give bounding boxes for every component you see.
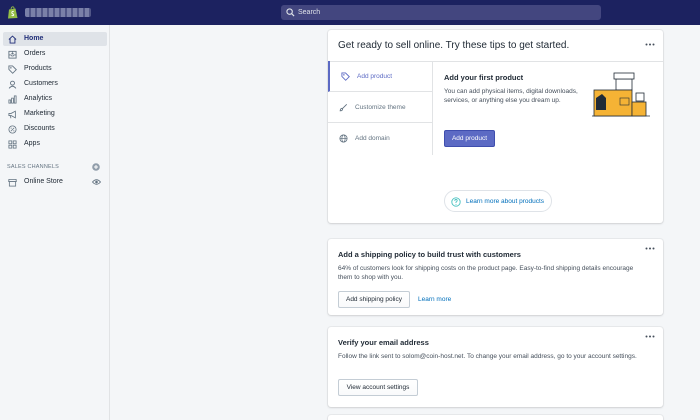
bar-chart-icon [8, 94, 17, 104]
tip-heading: Add your first product [444, 73, 524, 82]
sidebar-item-apps[interactable]: Apps [3, 137, 107, 151]
discount-icon [8, 124, 17, 134]
more-options-icon[interactable] [645, 43, 655, 46]
sidebar-item-marketing[interactable]: Marketing [3, 107, 107, 121]
search-input[interactable]: Search [298, 9, 320, 16]
tag-icon [8, 64, 17, 74]
sales-channels-heading: SALES CHANNELS [7, 164, 60, 170]
add-product-button[interactable]: Add product [444, 130, 495, 147]
sidebar-item-label: Products [24, 65, 52, 72]
eye-icon[interactable] [92, 178, 101, 186]
shopify-logo-icon[interactable] [7, 6, 18, 19]
learn-more-products-link[interactable]: Learn more about products [444, 190, 552, 212]
add-channel-plus-icon[interactable] [92, 163, 100, 171]
tab-label: Add product [357, 73, 393, 80]
tips-tabs: Add product Customize theme Add domain [328, 61, 433, 155]
store-icon [8, 178, 17, 187]
tag-icon [341, 72, 350, 81]
card-description: 64% of customers look for shipping costs… [338, 265, 634, 281]
globe-icon [339, 134, 348, 143]
tab-customize-theme[interactable]: Customize theme [328, 92, 433, 123]
person-icon [8, 80, 17, 89]
tab-add-product[interactable]: Add product [328, 61, 433, 92]
sidebar-item-label: Online Store [24, 178, 63, 185]
help-circle-icon [451, 196, 461, 207]
learn-more-label: Learn more about products [466, 198, 545, 205]
sidebar-item-products[interactable]: Products [3, 62, 107, 76]
card-heading: Verify your email address [338, 338, 429, 347]
card-title: Get ready to sell online. Try these tips… [338, 40, 570, 51]
getting-started-card: Get ready to sell online. Try these tips… [328, 30, 663, 223]
tip-content: Add your first product You can add physi… [444, 73, 584, 105]
top-bar: Search [0, 0, 700, 25]
sidebar-item-label: Analytics [24, 95, 53, 102]
search-bar[interactable]: Search [281, 5, 601, 20]
sidebar-item-analytics[interactable]: Analytics [3, 92, 107, 106]
megaphone-icon [8, 109, 16, 119]
learn-more-link[interactable]: Learn more [418, 296, 451, 303]
sidebar-item-orders[interactable]: Orders [3, 47, 107, 61]
sidebar-item-label: Orders [24, 50, 46, 57]
brush-icon [339, 103, 348, 112]
card-heading: Add a shipping policy to build trust wit… [338, 250, 521, 259]
sidebar-item-label: Discounts [24, 125, 55, 132]
apps-icon [8, 139, 17, 149]
more-options-icon[interactable] [645, 335, 655, 338]
sidebar-item-label: Marketing [24, 110, 55, 117]
sidebar-item-label: Home [24, 35, 44, 42]
store-name-blurred[interactable] [25, 8, 91, 17]
tab-label: Customize theme [355, 104, 406, 111]
orders-icon [8, 50, 17, 59]
view-account-settings-button[interactable]: View account settings [338, 379, 418, 396]
tip-description: You can add physical items, digital down… [444, 88, 578, 104]
sidebar-item-customers[interactable]: Customers [3, 77, 107, 91]
sidebar-item-label: Customers [24, 80, 58, 87]
add-shipping-policy-button[interactable]: Add shipping policy [338, 291, 410, 308]
card-description: Follow the link sent to solom@coin-host.… [338, 353, 637, 360]
verify-email-card: Verify your email address Follow the lin… [328, 327, 663, 407]
home-icon [8, 34, 17, 44]
products-illustration [592, 72, 650, 117]
sidebar-item-discounts[interactable]: Discounts [3, 122, 107, 136]
more-options-icon[interactable] [645, 247, 655, 250]
sidebar-item-home[interactable]: Home [3, 32, 107, 46]
shipping-policy-card: Add a shipping policy to build trust wit… [328, 239, 663, 315]
tab-label: Add domain [355, 135, 390, 142]
sidebar-item-label: Apps [24, 140, 40, 147]
next-card-partial [328, 415, 663, 420]
tab-add-domain[interactable]: Add domain [328, 123, 433, 154]
search-icon [286, 8, 295, 17]
